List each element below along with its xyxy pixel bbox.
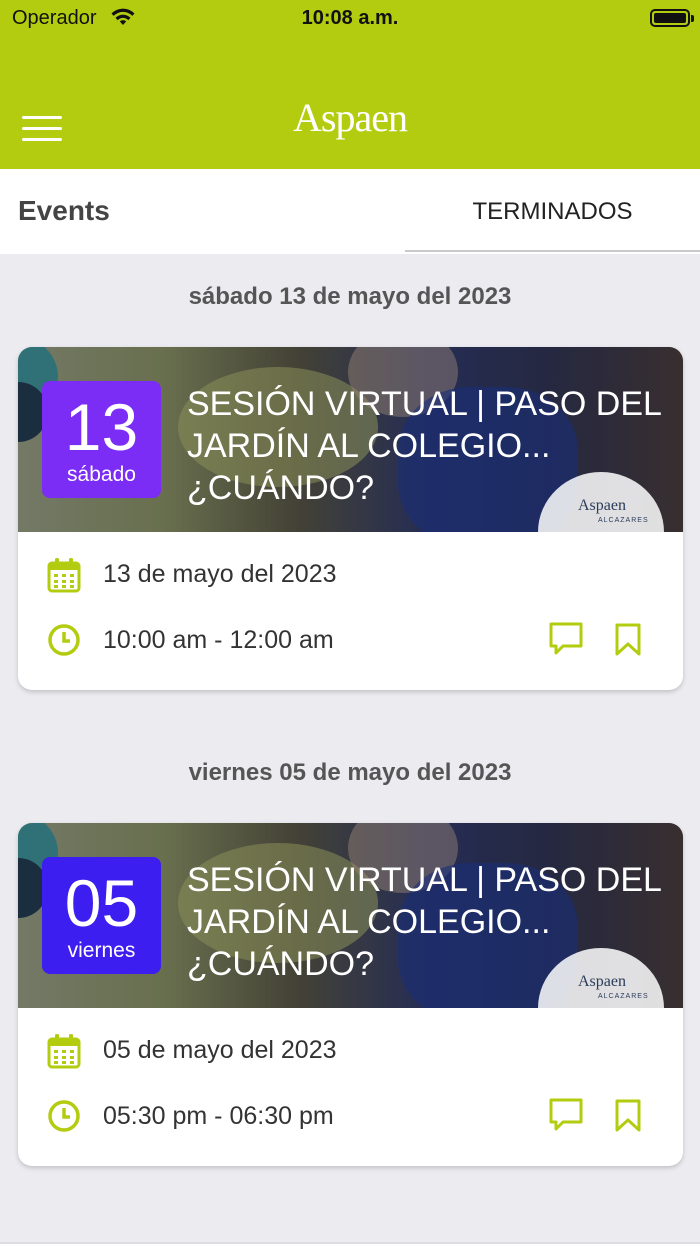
event-card[interactable]: Aspaen ALCAZARES 05 viernes SESIÓN VIRTU… <box>18 823 683 1166</box>
clock-time: 10:08 a.m. <box>301 7 399 29</box>
event-title: SESIÓN VIRTUAL | PASO DEL JARDÍN AL COLE… <box>187 385 661 507</box>
event-image: Aspaen ALCAZARES 13 sábado SESIÓN VIRTUA… <box>18 347 683 532</box>
tab-bar: Events TERMINADOS <box>0 169 700 254</box>
comment-icon[interactable] <box>547 1096 585 1134</box>
page-title: Events <box>18 195 110 226</box>
date-box: 05 viernes <box>42 857 161 974</box>
bookmark-icon[interactable] <box>609 1097 647 1135</box>
app-header: Aspaen <box>0 84 700 169</box>
event-date: 13 de mayo del 2023 <box>103 560 337 588</box>
image-badge-subtext: ALCAZARES <box>598 993 649 1000</box>
battery-tip <box>691 15 694 22</box>
calendar-icon <box>47 558 81 593</box>
day-number: 13 <box>64 390 139 464</box>
status-bar: Operador 10:08 a.m. <box>0 0 700 84</box>
weekday: viernes <box>67 939 136 962</box>
event-time: 10:00 am - 12:00 am <box>103 626 334 654</box>
aspaen-logo: Aspaen <box>293 95 408 140</box>
clock-icon <box>48 624 80 656</box>
battery-icon <box>650 9 690 27</box>
event-card[interactable]: Aspaen ALCAZARES 13 sábado SESIÓN VIRTUA… <box>18 347 683 690</box>
clock-icon <box>48 1100 80 1132</box>
date-header: sábado 13 de mayo del 2023 <box>188 283 512 310</box>
date-header: viernes 05 de mayo del 2023 <box>188 759 512 786</box>
calendar-icon <box>47 1034 81 1069</box>
image-badge-subtext: ALCAZARES <box>598 517 649 524</box>
date-box: 13 sábado <box>42 381 161 498</box>
event-image: Aspaen ALCAZARES 05 viernes SESIÓN VIRTU… <box>18 823 683 1008</box>
event-date: 05 de mayo del 2023 <box>103 1036 337 1064</box>
bookmark-icon[interactable] <box>609 621 647 659</box>
event-title: SESIÓN VIRTUAL | PASO DEL JARDÍN AL COLE… <box>187 861 661 983</box>
day-number: 05 <box>64 866 139 940</box>
event-time: 05:30 pm - 06:30 pm <box>103 1102 334 1130</box>
weekday: sábado <box>67 463 136 486</box>
comment-icon[interactable] <box>547 620 585 658</box>
tab-terminados[interactable]: TERMINADOS <box>405 169 700 252</box>
